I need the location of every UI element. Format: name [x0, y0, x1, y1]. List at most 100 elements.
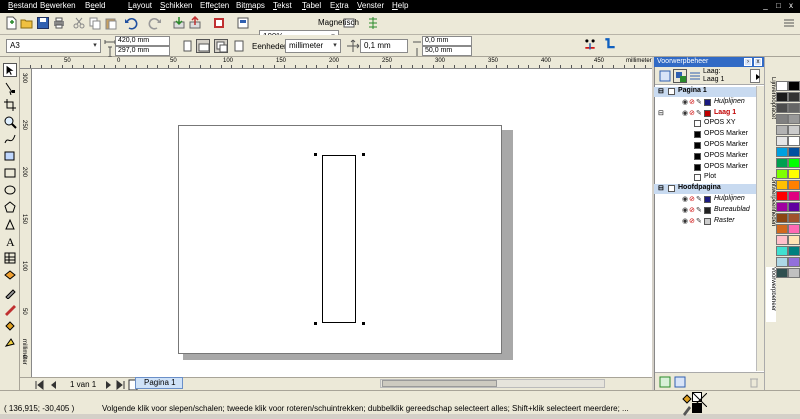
publish-pdf-icon[interactable]: [212, 16, 226, 30]
lock-icon[interactable]: ✎: [696, 206, 702, 214]
palette-swatch[interactable]: [776, 158, 788, 168]
print-toggle-icon[interactable]: ⊘: [689, 217, 695, 225]
palette-swatch[interactable]: [788, 147, 800, 157]
palette-swatch[interactable]: [776, 257, 788, 267]
polygon-tool-icon[interactable]: [3, 200, 17, 214]
palette-swatch[interactable]: [788, 191, 800, 201]
options-icon[interactable]: [782, 16, 796, 30]
opos-plugin-icon[interactable]: [583, 37, 601, 55]
menu-layout[interactable]: Layout: [128, 1, 152, 10]
window-controls[interactable]: _ □ x: [763, 1, 796, 10]
tab-ontwerpeenheden[interactable]: Ontwerpeenheden: [766, 177, 776, 257]
palette-swatch[interactable]: [776, 202, 788, 212]
page-width-field[interactable]: 420,0 mm: [115, 36, 170, 46]
outline-color-swatch[interactable]: [692, 403, 702, 413]
palette-swatch[interactable]: [788, 224, 800, 234]
eye-icon[interactable]: ◉: [682, 195, 688, 203]
interactive-fill-tool-icon[interactable]: [3, 336, 17, 350]
menu-effecten[interactable]: Effecten: [200, 1, 229, 10]
eye-icon[interactable]: ◉: [682, 217, 688, 225]
palette-swatch[interactable]: [788, 180, 800, 190]
smart-fill-tool-icon[interactable]: [3, 149, 17, 163]
current-page-icon[interactable]: [232, 39, 246, 53]
redo-icon[interactable]: [148, 16, 162, 30]
tree-item[interactable]: ⊟ ◉ ⊘ ✎ Laag 1: [654, 109, 756, 119]
palette-swatch[interactable]: [776, 136, 788, 146]
palette-swatch[interactable]: [788, 125, 800, 135]
menu-schikken[interactable]: Schikken: [160, 1, 192, 10]
paste-icon[interactable]: [104, 16, 118, 30]
palette-swatch[interactable]: [776, 268, 788, 278]
freehand-tool-icon[interactable]: [3, 132, 17, 146]
palette-swatch[interactable]: [788, 169, 800, 179]
palette-swatch[interactable]: [788, 92, 800, 102]
application-launcher-icon[interactable]: [236, 16, 250, 30]
palette-swatch[interactable]: [788, 246, 800, 256]
ellipse-tool-icon[interactable]: [3, 183, 17, 197]
duplicate-y-field[interactable]: 50,0 mm: [422, 46, 472, 56]
portrait-icon[interactable]: [180, 39, 194, 53]
palette-swatch[interactable]: [776, 114, 788, 124]
tree-item[interactable]: ◉ ⊘ ✎ Bureaublad: [654, 206, 756, 216]
tab-page-1[interactable]: Pagina 1: [135, 377, 183, 389]
tree-item[interactable]: ◉ ⊘ ✎ Hulplijnen: [654, 98, 756, 108]
outline-tool-icon[interactable]: [3, 302, 17, 316]
tab-lijnverloopfacet[interactable]: Lijnverloopfacet: [766, 77, 776, 157]
delete-icon[interactable]: [747, 375, 761, 389]
eye-icon[interactable]: ◉: [682, 206, 688, 214]
edit-across-layers-icon[interactable]: [673, 69, 687, 83]
import-icon[interactable]: [172, 16, 186, 30]
palette-swatch[interactable]: [776, 213, 788, 223]
menu-venster[interactable]: Venster: [357, 1, 384, 10]
cut-icon[interactable]: [72, 16, 86, 30]
eyedropper-tool-icon[interactable]: [3, 285, 17, 300]
tree-page-node[interactable]: ⊟ Pagina 1: [654, 87, 756, 97]
print-icon[interactable]: [52, 16, 66, 30]
tree-item[interactable]: OPOS Marker: [654, 141, 756, 151]
tree-item[interactable]: OPOS Marker: [654, 163, 756, 173]
scrollbar-thumb[interactable]: [382, 380, 497, 387]
palette-swatch[interactable]: [788, 202, 800, 212]
tree-item[interactable]: OPOS Marker: [654, 152, 756, 162]
minimize-icon[interactable]: ›: [744, 58, 752, 66]
palette-swatch[interactable]: [776, 224, 788, 234]
palette-swatch[interactable]: [788, 213, 800, 223]
table-tool-icon[interactable]: [3, 251, 17, 265]
expand-toggle-icon[interactable]: ⊟: [658, 184, 664, 192]
palette-swatch[interactable]: [788, 158, 800, 168]
docker-scrollbar[interactable]: [756, 86, 764, 371]
close-icon[interactable]: x: [754, 58, 762, 66]
palette-swatch[interactable]: [776, 180, 788, 190]
selection-handle[interactable]: [314, 153, 317, 156]
duplicate-x-field[interactable]: 0,0 mm: [422, 36, 472, 46]
vertical-ruler[interactable]: 300 250 200 150 100 50 0 millimeter: [20, 69, 32, 377]
selection-handle[interactable]: [362, 322, 365, 325]
lock-icon[interactable]: ✎: [696, 98, 702, 106]
shape-tool-icon[interactable]: [3, 81, 17, 96]
selection-handle[interactable]: [362, 153, 365, 156]
paper-size-select[interactable]: A3 ▾: [6, 39, 101, 53]
no-fill-icon[interactable]: [692, 392, 708, 408]
palette-swatch[interactable]: [788, 81, 800, 91]
tree-page-node[interactable]: ⊟ Hoofdpagina: [654, 184, 756, 195]
menu-bestand[interactable]: Bestand: [8, 1, 37, 10]
selection-handle[interactable]: [314, 322, 317, 325]
palette-swatch[interactable]: [776, 191, 788, 201]
dimension-tool-icon[interactable]: [3, 268, 17, 282]
expand-toggle-icon[interactable]: ⊟: [658, 109, 664, 117]
zoom-tool-icon[interactable]: [3, 115, 17, 129]
palette-swatch[interactable]: [788, 114, 800, 124]
palette-swatch[interactable]: [788, 268, 800, 278]
copy-icon[interactable]: [88, 16, 102, 30]
print-toggle-icon[interactable]: ⊘: [689, 206, 695, 214]
docker-menu-icon[interactable]: [750, 69, 760, 83]
palette-swatch[interactable]: [776, 169, 788, 179]
export-icon[interactable]: [188, 15, 202, 30]
new-master-layer-icon[interactable]: [673, 375, 687, 389]
open-folder-icon[interactable]: [20, 16, 34, 30]
selected-rectangle[interactable]: [322, 155, 356, 323]
menu-tekst[interactable]: Tekst: [273, 1, 292, 10]
eye-icon[interactable]: ◉: [682, 109, 688, 117]
lock-icon[interactable]: ✎: [696, 109, 702, 117]
landscape-icon[interactable]: [196, 39, 210, 53]
